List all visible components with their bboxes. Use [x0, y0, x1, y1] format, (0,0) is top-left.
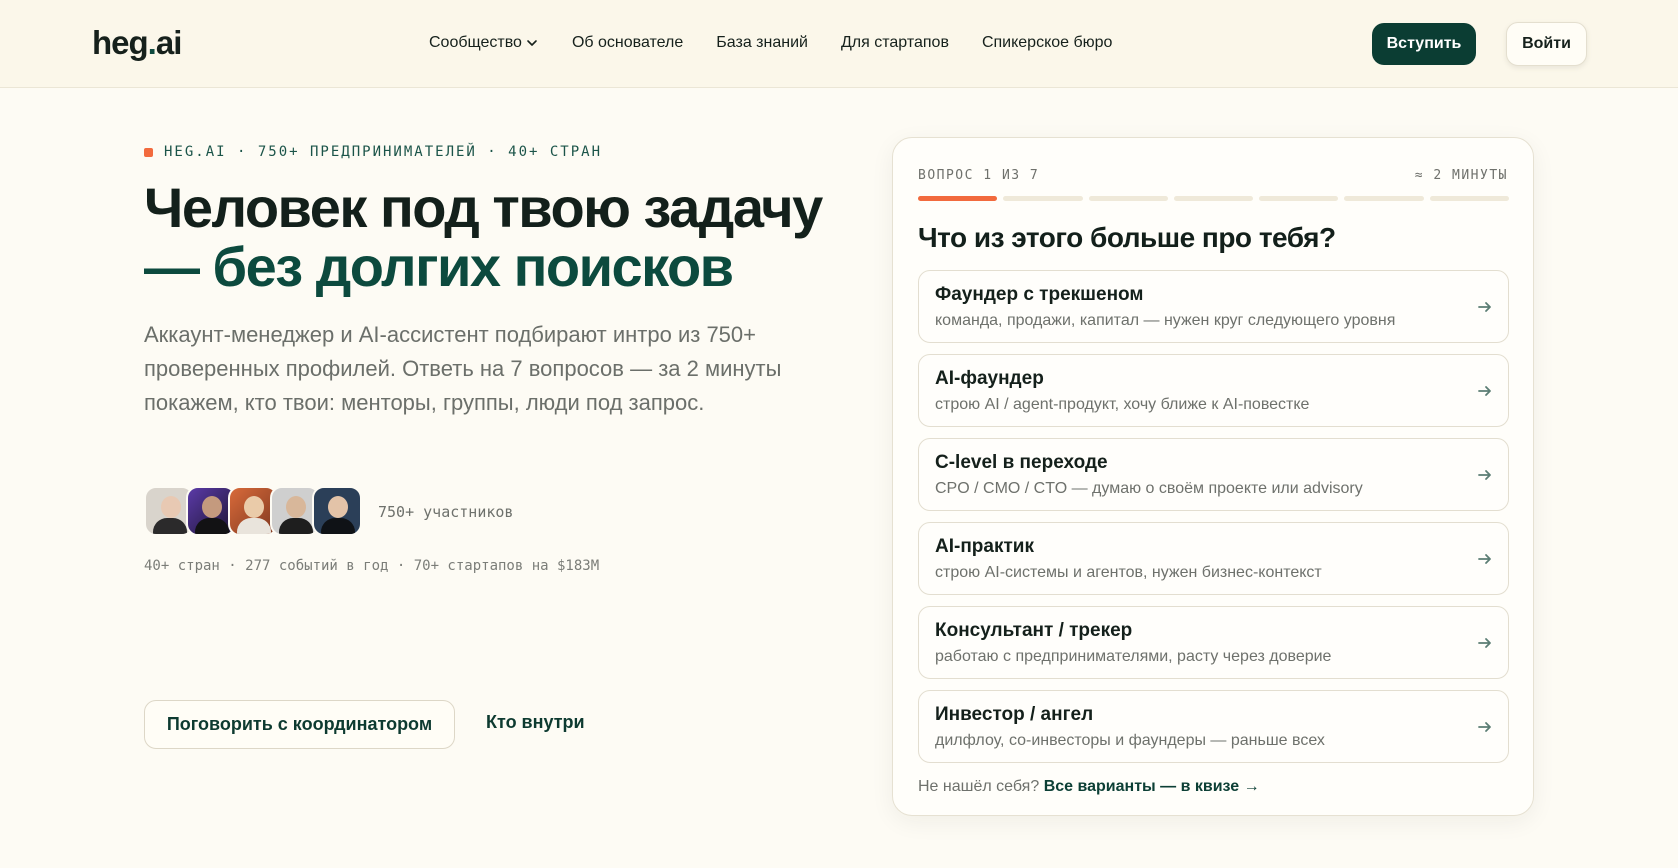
- hero-headline: Человек под твою задачу — без долгих пои…: [144, 178, 864, 296]
- join-button[interactable]: Вступить: [1372, 23, 1476, 65]
- nav-item-speakers[interactable]: Спикерское бюро: [982, 34, 1113, 52]
- quiz-option-c-level[interactable]: C-level в переходе CPO / CMO / CTO — дум…: [918, 438, 1509, 511]
- nav-item-label: База знаний: [716, 34, 808, 51]
- progress-segment: [918, 196, 998, 201]
- talk-to-coordinator-button[interactable]: Поговорить с координатором: [144, 700, 455, 749]
- option-title: Инвестор / ангел: [935, 704, 1094, 725]
- option-subtitle: строю AI-системы и агентов, нужен бизнес…: [935, 564, 1322, 581]
- nav-item-label: Спикерское бюро: [981, 34, 1113, 51]
- hero-lead: Аккаунт-менеджер и AI-ассистент подбираю…: [144, 322, 782, 415]
- option-subtitle: дилфлоу, со-инвесторы и фаундеры — раньш…: [935, 732, 1325, 749]
- quiz-option-ai-founder[interactable]: AI-фаундер строю AI / agent-продукт, хоч…: [918, 354, 1509, 427]
- logo-dot: .: [147, 24, 157, 61]
- option-title: AI-практик: [935, 536, 1034, 557]
- question-title: Что из этого больше про тебя?: [918, 222, 1336, 253]
- members-count: 750+ участников: [378, 503, 514, 521]
- option-subtitle: работаю с предпринимателями, расту через…: [935, 648, 1332, 665]
- option-subtitle: CPO / CMO / CTO — думаю о своём проекте …: [935, 480, 1363, 497]
- nav-item-community[interactable]: Сообщество: [429, 34, 539, 52]
- all-options-link[interactable]: Все варианты — в квизе →: [1044, 778, 1260, 795]
- arrow-right-icon: [1478, 302, 1491, 312]
- option-subtitle: команда, продажи, капитал — нужен круг с…: [935, 312, 1396, 329]
- logo[interactable]: heg.ai: [92, 24, 183, 62]
- headline-line-1: Человек под твою задачу: [144, 176, 823, 239]
- progress-segment: [1088, 196, 1168, 201]
- quiz-option-ai-practitioner[interactable]: AI-практик строю AI-системы и агентов, н…: [918, 522, 1509, 595]
- login-button[interactable]: Войти: [1506, 22, 1587, 66]
- nav-item-label: Об основателе: [571, 34, 684, 51]
- chevron-down-icon: [527, 40, 537, 46]
- quiz-options: Фаундер с трекшеном команда, продажи, ка…: [918, 270, 1509, 774]
- option-title: Консультант / трекер: [935, 620, 1133, 641]
- arrow-right-icon: [1478, 638, 1491, 648]
- community-stats: 40+ стран · 277 событий в год · 70+ стар…: [144, 558, 600, 574]
- quiz-card: ВОПРОС 1 ИЗ 7 ≈ 2 МИНУТЫ Что из этого бо…: [892, 137, 1534, 816]
- progress-segment: [1344, 196, 1424, 201]
- logo-text: heg: [92, 24, 149, 61]
- nav-item-founder[interactable]: Об основателе: [572, 34, 683, 52]
- avatar-group: [144, 486, 362, 536]
- quiz-duration: ≈ 2 МИНУТЫ: [1414, 168, 1508, 183]
- arrow-right-icon: [1478, 554, 1491, 564]
- nav-item-label: Сообщество: [429, 34, 522, 51]
- option-title: Фаундер с трекшеном: [935, 284, 1144, 305]
- progress-segment: [1003, 196, 1083, 201]
- avatar: [312, 486, 362, 536]
- question-counter: ВОПРОС 1 ИЗ 7: [918, 168, 1040, 183]
- progress-segment: [1173, 196, 1254, 201]
- quiz-option-investor[interactable]: Инвестор / ангел дилфлоу, со-инвесторы и…: [918, 690, 1509, 763]
- nav-item-knowledge-base[interactable]: База знаний: [716, 34, 808, 52]
- quiz-footnote: Не нашёл себя? Все варианты — в квизе →: [918, 778, 1260, 796]
- arrow-right-icon: [1478, 470, 1491, 480]
- hero-eyebrow: HEG.AI · 750+ ПРЕДПРИНИМАТЕЛЕЙ · 40+ СТР…: [144, 144, 602, 160]
- quiz-option-consultant[interactable]: Консультант / трекер работаю с предприни…: [918, 606, 1509, 679]
- site-header: heg.ai Сообщество Об основателе База зна…: [0, 0, 1678, 88]
- who-inside-link[interactable]: Кто внутри: [486, 712, 585, 733]
- progress-segment: [1429, 196, 1509, 201]
- arrow-right-icon: [1478, 386, 1491, 396]
- option-title: AI-фаундер: [935, 368, 1044, 389]
- option-subtitle: строю AI / agent-продукт, хочу ближе к A…: [935, 396, 1310, 413]
- option-title: C-level в переходе: [935, 452, 1108, 473]
- footnote-text: Не нашёл себя?: [918, 778, 1040, 795]
- nav-item-label: Для стартапов: [840, 34, 949, 51]
- nav-item-startups[interactable]: Для стартапов: [841, 34, 949, 52]
- quiz-progress: [918, 196, 1509, 201]
- headline-line-2: — без долгих поисков: [144, 235, 734, 298]
- main-nav: Сообщество Об основателе База знаний Для…: [429, 34, 1145, 52]
- arrow-right-icon: [1478, 722, 1491, 732]
- eyebrow-text: HEG.AI · 750+ ПРЕДПРИНИМАТЕЛЕЙ · 40+ СТР…: [164, 144, 603, 160]
- logo-text-tail: ai: [155, 24, 183, 61]
- eyebrow-marker-icon: [144, 147, 153, 157]
- quiz-option-founder-traction[interactable]: Фаундер с трекшеном команда, продажи, ка…: [918, 270, 1509, 343]
- progress-segment: [1259, 196, 1339, 201]
